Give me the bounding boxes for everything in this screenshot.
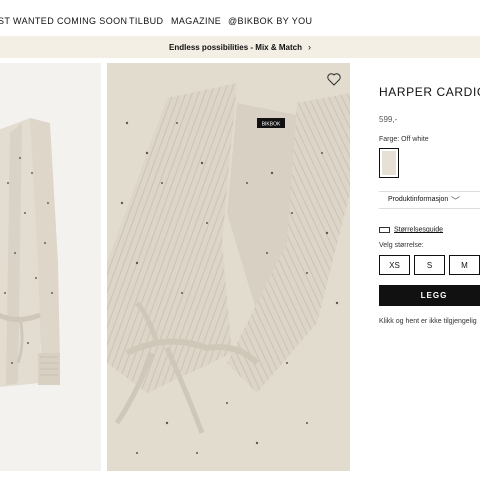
- size-option-s[interactable]: S: [414, 255, 445, 275]
- promo-banner[interactable]: Endless possibilities - Mix & Match ›: [0, 36, 480, 58]
- ruler-icon: [379, 226, 390, 233]
- size-guide-label: Størrelsesguide: [394, 226, 444, 234]
- color-label: Farge: Off white: [379, 136, 429, 143]
- nav-item-tilbud[interactable]: TILBUD: [129, 16, 163, 26]
- product-image-detail[interactable]: BIKBOK: [107, 63, 350, 471]
- top-nav: ST WANTED COMING SOON TILBUD MAGAZINE @B…: [0, 0, 480, 38]
- nav-item-coming-soon[interactable]: COMING SOON: [57, 16, 127, 26]
- product-info-toggle[interactable]: Produktinformasjon ﹀: [379, 191, 480, 209]
- cardigan-front-illustration: [0, 63, 101, 471]
- brand-tag-text: BIKBOK: [262, 122, 281, 128]
- color-swatch[interactable]: [379, 148, 399, 178]
- nav-item-magazine[interactable]: MAGAZINE: [171, 16, 221, 26]
- product-image-front[interactable]: [0, 63, 101, 471]
- nav-item-just-wanted[interactable]: ST WANTED: [0, 16, 54, 26]
- size-guide-link[interactable]: Størrelsesguide: [379, 221, 443, 233]
- heart-icon[interactable]: [326, 71, 342, 87]
- size-option-xs[interactable]: XS: [379, 255, 410, 275]
- pickup-info: Klikk og hent er ikke tilgjengelig: [379, 318, 477, 325]
- size-label: Velg størrelse:: [379, 242, 424, 249]
- product-title: HARPER CARDIG: [379, 85, 480, 99]
- add-to-cart-button[interactable]: LEGG: [379, 285, 480, 306]
- nav-item-bikbok-by-you[interactable]: @BIKBOK BY YOU: [228, 16, 312, 26]
- size-option-m[interactable]: M: [449, 255, 480, 275]
- promo-text[interactable]: Endless possibilities - Mix & Match: [169, 43, 302, 52]
- product-info-panel: HARPER CARDIG 599,- Farge: Off white Pro…: [379, 63, 480, 471]
- product-price: 599,-: [379, 115, 398, 124]
- product-info-label: Produktinformasjon: [388, 196, 449, 203]
- chevron-right-icon: ›: [307, 42, 311, 52]
- chevron-down-icon: ﹀: [451, 196, 461, 206]
- cardigan-detail-illustration: BIKBOK: [107, 63, 350, 471]
